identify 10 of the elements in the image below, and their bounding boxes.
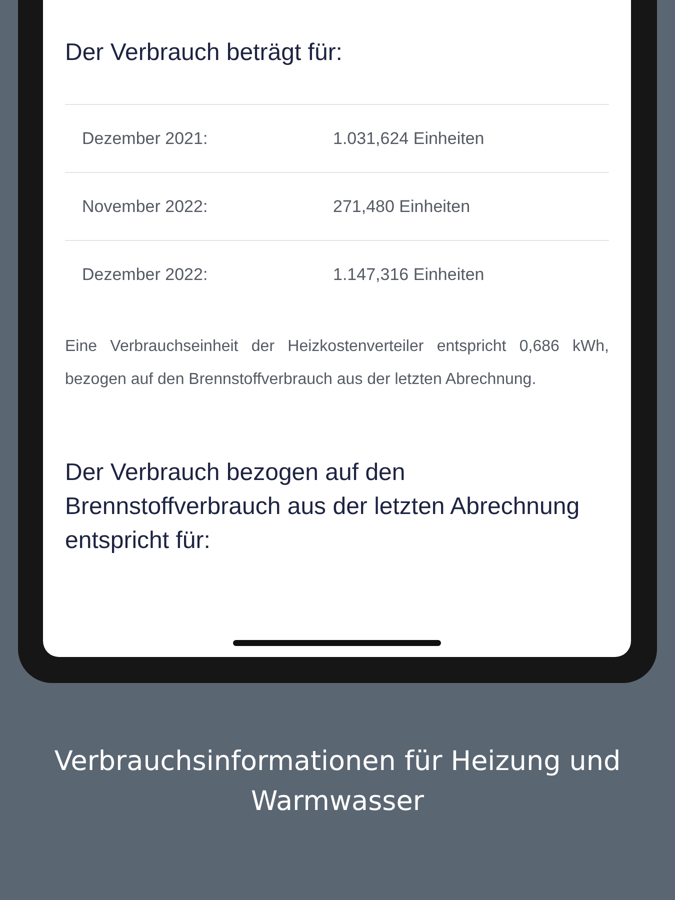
consumption-value: 1.147,316 Einheiten [333, 264, 484, 284]
caption-text: Verbrauchsinformationen für Heizung und Warmwasser [53, 744, 622, 818]
note-text: Eine Verbrauchseinheit der Heizkostenverteiler entspricht 0,686 kWh, bezogen auf den Brennstoffverbrauch aus der letzten Abrechnung. [65, 337, 609, 390]
consumption-value: 271,480 Einheiten [333, 196, 470, 216]
period-label: Dezember 2021: [82, 128, 209, 148]
section-heading: Der Verbrauch bezogen auf den Brennstoffverbrauch aus der letzten Abrechnung entspricht für: [65, 458, 581, 556]
period-label: Dezember 2022: [82, 264, 209, 284]
consumption-value: 1.031,624 Einheiten [333, 128, 484, 148]
section-heading: Der Verbrauch beträgt für: [65, 38, 344, 68]
period-label: November 2022: [82, 196, 209, 216]
